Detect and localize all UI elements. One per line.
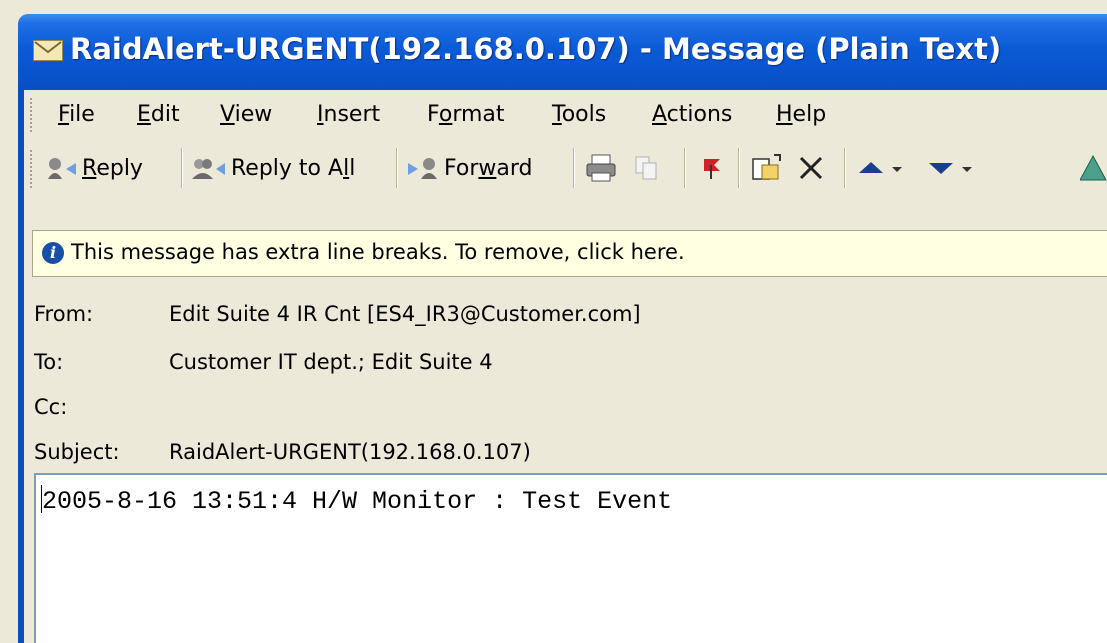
reply-all-icon [191,155,227,181]
forward-icon [406,155,440,181]
copy-button[interactable] [632,150,662,186]
menu-bar: File Edit View Insert Format Tools Actio… [24,90,1107,140]
delete-button[interactable] [796,150,826,186]
move-to-folder-icon [750,153,784,183]
toolbar-separator [181,148,183,188]
flag-icon [696,153,726,183]
window-client: File Edit View Insert Format Tools Actio… [24,90,1107,643]
title-bar[interactable]: RaidAlert-URGENT(192.168.0.107) - Messag… [18,14,1107,90]
chevron-down-icon[interactable] [886,155,908,181]
info-bar[interactable]: i This message has extra line breaks. To… [32,230,1107,277]
previous-item-button[interactable] [856,150,908,186]
reply-to-all-button[interactable]: Reply to All [191,150,355,186]
message-body[interactable]: 2005-8-16 13:51:4 H/W Monitor : Test Eve… [34,473,1107,643]
subject-value: RaidAlert-URGENT(192.168.0.107) [169,440,531,464]
toolbar-separator [738,148,740,188]
menu-file[interactable]: File [58,102,95,127]
toolbar-separator [573,148,575,188]
delete-icon [796,153,826,183]
toolbar-separator [684,148,686,188]
reply-button[interactable]: Reply [46,150,143,186]
from-value[interactable]: Edit Suite 4 IR Cnt [ES4_IR3@Customer.co… [169,302,641,326]
envelope-icon [33,40,63,61]
next-item-button[interactable] [926,150,978,186]
info-bar-text[interactable]: This message has extra line breaks. To r… [71,240,685,264]
info-icon: i [42,242,64,264]
window-title: RaidAlert-URGENT(192.168.0.107) - Messag… [70,32,1002,66]
toolbar-separator [844,148,846,188]
toolbar-grip[interactable] [30,150,35,188]
toolbar: Reply Reply to All Forward [24,140,1107,198]
menu-insert[interactable]: Insert [317,102,380,127]
to-value[interactable]: Customer IT dept.; Edit Suite 4 [169,350,493,374]
message-body-text: 2005-8-16 13:51:4 H/W Monitor : Test Eve… [42,487,673,516]
menubar-grip[interactable] [30,98,35,132]
menu-format[interactable]: Format [427,102,505,127]
to-label: To: [34,350,64,374]
copy-icon [632,153,662,183]
arrow-down-icon [926,155,956,181]
toolbar-separator [396,148,398,188]
from-label: From: [34,302,94,326]
subject-label: Subject: [34,440,120,464]
menu-actions[interactable]: Actions [652,102,732,127]
menu-tools[interactable]: Tools [552,102,606,127]
flag-button[interactable] [696,150,726,186]
menu-edit[interactable]: Edit [137,102,180,127]
forward-button[interactable]: Forward [406,150,532,186]
address-book-button[interactable] [1080,150,1107,186]
menu-view[interactable]: View [220,102,272,127]
chevron-down-icon[interactable] [956,155,978,181]
cc-label: Cc: [34,395,68,419]
message-window: RaidAlert-URGENT(192.168.0.107) - Messag… [0,0,1107,643]
arrow-up-icon [856,155,886,181]
reply-icon [46,155,78,181]
print-button[interactable] [584,150,618,186]
move-to-folder-button[interactable] [750,150,784,186]
printer-icon [584,153,618,183]
address-book-icon [1080,153,1107,183]
menu-help[interactable]: Help [776,102,826,127]
